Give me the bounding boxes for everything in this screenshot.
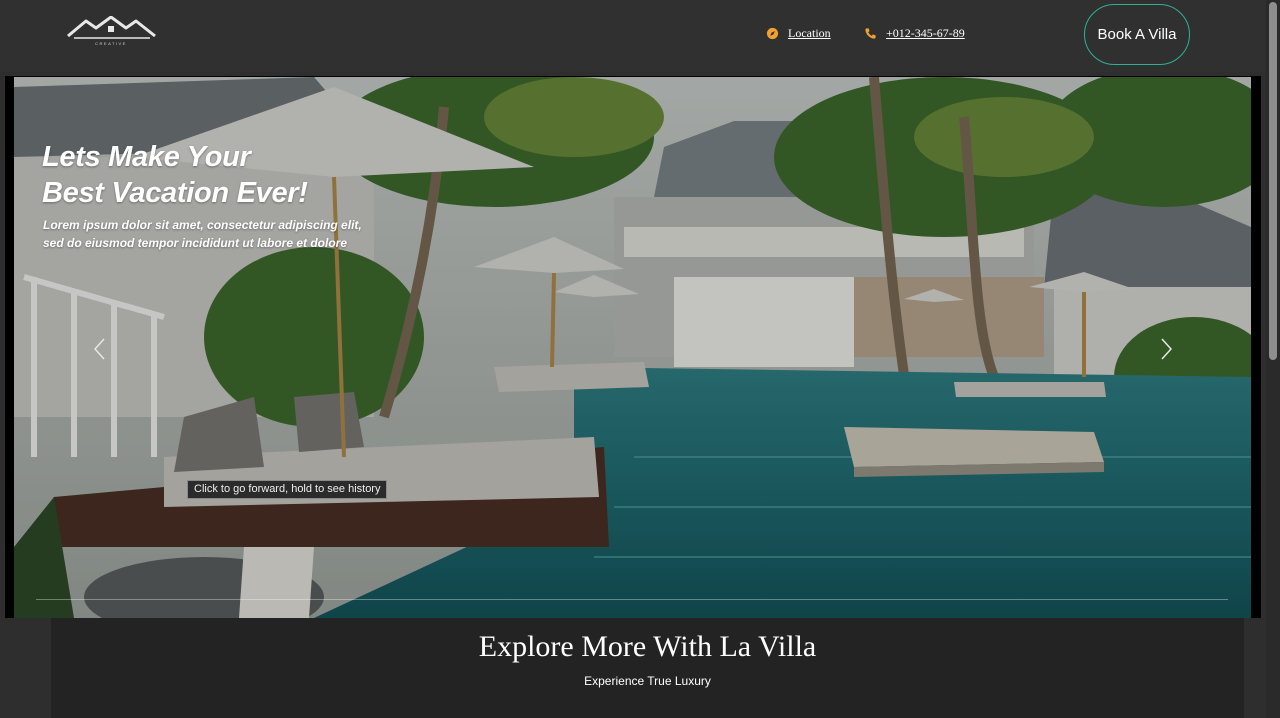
book-villa-button[interactable]: Book A Villa <box>1084 4 1190 65</box>
carousel-next-button[interactable] <box>1156 335 1176 363</box>
page-scrollbar[interactable] <box>1266 0 1280 718</box>
hero-title: Lets Make Your Best Vacation Ever! <box>42 139 308 211</box>
section-subtitle: Experience True Luxury <box>584 674 711 688</box>
section-title: Explore More With La Villa <box>478 630 817 663</box>
logo[interactable]: CREATIVE <box>66 16 158 52</box>
chevron-right-icon <box>1161 338 1173 360</box>
roof-logo-icon <box>67 16 156 39</box>
chevron-left-icon <box>93 338 105 360</box>
carousel-prev-button[interactable] <box>90 335 110 363</box>
phone-icon <box>865 28 876 39</box>
site-header: CREATIVE Location +012-345-67-89 Book A … <box>0 0 1266 72</box>
phone-link[interactable]: +012-345-67-89 <box>864 26 965 41</box>
browser-tooltip: Click to go forward, hold to see history <box>187 480 388 499</box>
phone-label: +012-345-67-89 <box>886 26 965 40</box>
hero-subtitle-line2: sed do eiusmod tempor incididunt ut labo… <box>43 236 348 250</box>
location-label: Location <box>788 26 831 40</box>
hero-carousel[interactable]: Lets Make Your Best Vacation Ever! Lorem… <box>14 77 1251 618</box>
explore-section: Explore More With La Villa Experience Tr… <box>51 618 1244 718</box>
hero-subtitle: Lorem ipsum dolor sit amet, consectetur … <box>43 216 383 252</box>
hero-title-line1: Lets Make Your <box>42 141 251 173</box>
location-link[interactable]: Location <box>766 26 831 41</box>
scrollbar-thumb[interactable] <box>1269 2 1277 360</box>
carousel-divider <box>36 599 1228 600</box>
hero-title-line2: Best Vacation Ever! <box>42 177 308 209</box>
hero-subtitle-line1: Lorem ipsum dolor sit amet, consectetur … <box>43 218 362 232</box>
compass-icon <box>766 27 779 40</box>
logo-text: CREATIVE <box>95 41 127 46</box>
